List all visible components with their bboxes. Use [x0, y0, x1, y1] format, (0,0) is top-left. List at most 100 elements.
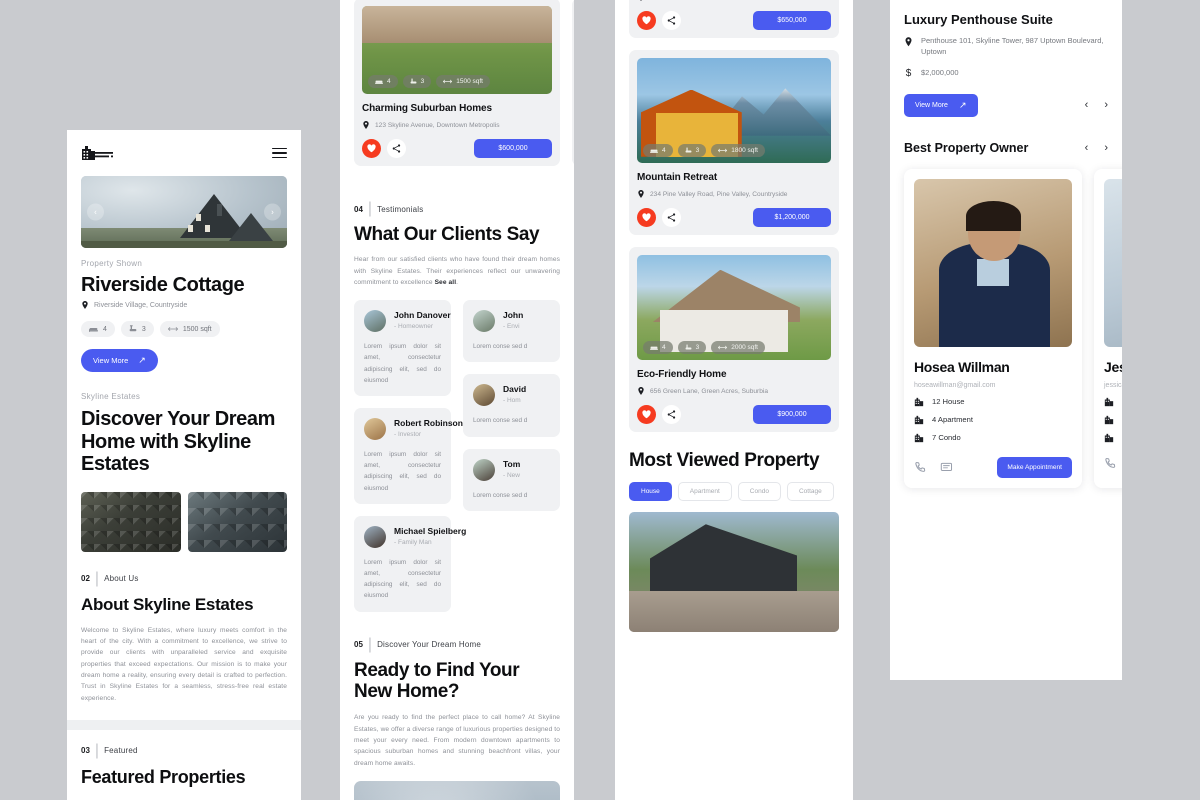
property-price-button[interactable]: $900,000 — [753, 405, 831, 424]
detail-view-more-button[interactable]: View More ↗ — [904, 93, 978, 117]
building-icon — [914, 397, 924, 406]
avatar — [473, 384, 495, 407]
chip-bedrooms: 4 — [81, 321, 115, 338]
hero-next-button[interactable]: › — [264, 203, 281, 221]
testimonial-name: John — [503, 310, 524, 321]
cta-section-label: 05 | Discover Your Dream Home — [354, 636, 560, 654]
avatar — [364, 525, 386, 548]
dollar-icon: $ — [905, 67, 912, 79]
location-pin-icon — [363, 121, 369, 129]
property-actions: $900,000 — [637, 405, 831, 424]
detail-prev-button[interactable]: ‹ — [1085, 99, 1089, 111]
detail-title: Luxury Penthouse Suite — [904, 12, 1053, 27]
badge-bedrooms: 4 — [643, 144, 673, 157]
make-appointment-button[interactable]: Make Appointment — [997, 456, 1072, 478]
screenshot-canvas: ‹ › Property Shown Riverside Cottage Riv… — [0, 0, 1200, 800]
phone-icon[interactable] — [914, 461, 927, 474]
testimonial-name: Tom — [503, 458, 521, 469]
property-address-text: 234 Pine Valley Road, Pine Valley, Count… — [650, 190, 788, 198]
property-price-button[interactable]: $650,000 — [753, 11, 831, 30]
property-actions: $600,000 — [362, 139, 552, 158]
testimonials-heading: What Our Clients Say — [354, 224, 540, 245]
tab-cottage[interactable]: Cottage — [786, 482, 834, 502]
badge-bathrooms-value: 3 — [695, 344, 700, 351]
building-logo-icon[interactable] — [81, 145, 115, 161]
location-text: Riverside Village, Countryside — [94, 301, 188, 309]
property-address: 456 Pleasantville Lane, Pleasantville, S… — [637, 0, 831, 1]
hero-carousel[interactable]: ‹ › — [81, 176, 287, 248]
featured-section-label: 03 | Featured — [81, 742, 287, 760]
see-all-link[interactable]: See all — [435, 279, 457, 286]
view-more-button[interactable]: View More ↗ — [81, 349, 158, 373]
testimonial-card: John - Envi Lorem conse sed d — [463, 300, 560, 363]
testimonial-card: David - Hom Lorem conse sed d — [463, 374, 560, 437]
owner-photo — [914, 178, 1072, 347]
owner-actions — [1104, 457, 1122, 471]
bed-icon — [89, 327, 98, 332]
property-card[interactable]: 4 3 1500 — [629, 0, 839, 38]
property-price-button[interactable]: $600,000 — [474, 139, 552, 158]
property-card[interactable]: Spacious Family Villa 456 — [572, 0, 574, 166]
section-separator: | — [94, 569, 100, 587]
message-icon[interactable] — [940, 461, 953, 474]
testimonial-card: Michael Spielberg - Family Man Lorem ips… — [354, 515, 466, 612]
cta-section-title: Discover Your Dream Home — [377, 640, 482, 650]
testimonials-grid: John Danover - Homeowner Lorem ipsum dol… — [354, 300, 560, 623]
gallery-thumb[interactable] — [81, 491, 181, 552]
testimonial-role: - Envi — [503, 323, 520, 331]
badge-bedrooms-value: 4 — [662, 147, 666, 154]
property-price-button[interactable]: $1,200,000 — [753, 208, 831, 227]
testimonial-role: - Family Man — [394, 538, 432, 546]
badge-area-value: 1800 sqft — [731, 147, 758, 154]
badge-area-value: 2000 sqft — [731, 344, 758, 351]
property-card[interactable]: 4 3 2000 sqft Eco-Friendly Home 656 Gree… — [629, 247, 839, 432]
share-button[interactable] — [662, 11, 681, 30]
owner-actions: Make Appointment — [914, 456, 1072, 478]
cta-body: Are you ready to find the perfect place … — [354, 714, 560, 767]
testimonials-body-text: Hear from our satisfied clients who have… — [354, 256, 560, 286]
owner-card[interactable]: Hosea Willman hoseawillman@gmail.com 12 … — [904, 168, 1082, 488]
detail-next-button[interactable]: › — [1104, 99, 1108, 111]
favorite-button[interactable] — [637, 405, 656, 424]
badge-area: 2000 sqft — [711, 341, 765, 354]
featured-cards-row: 4 3 1500 sqft Charming Suburban Homes 12… — [354, 0, 574, 178]
owners-prev-button[interactable]: ‹ — [1085, 142, 1089, 154]
badge-area-value: 1500 sqft — [456, 78, 483, 85]
share-button[interactable] — [662, 208, 681, 227]
building-icon — [1104, 415, 1114, 424]
arrow-northeast-icon: ↗ — [138, 355, 146, 366]
share-button[interactable] — [662, 405, 681, 424]
about-body: Welcome to Skyline Estates, where luxury… — [81, 626, 287, 702]
property-image: 4 3 2000 sqft — [637, 255, 831, 360]
chip-bathrooms: 3 — [120, 321, 154, 338]
tab-apartment[interactable]: Apartment — [677, 482, 732, 502]
favorite-button[interactable] — [362, 139, 381, 158]
detail-address-row: Penthouse 101, Skyline Tower, 987 Uptown… — [904, 36, 1108, 58]
share-icon — [392, 144, 401, 153]
most-viewed-image[interactable] — [629, 512, 839, 633]
favorite-button[interactable] — [637, 208, 656, 227]
hero-prev-button[interactable]: ‹ — [87, 203, 104, 221]
owner-stat-apartment-value: 4 Apartment — [932, 415, 973, 425]
property-card[interactable]: 4 3 1800 sqft Mountain Retreat 234 Pine … — [629, 50, 839, 235]
testimonials-section-title: Testimonials — [377, 204, 424, 214]
gallery-thumb[interactable] — [187, 491, 287, 552]
testimonial-quote: Lorem ipsum dolor sit amet, consectetur … — [364, 343, 441, 384]
hamburger-menu-icon[interactable] — [272, 145, 287, 162]
tab-house[interactable]: House — [629, 482, 672, 502]
owner-stat-apartment: 4 Apartment — [914, 415, 1072, 425]
favorite-button[interactable] — [637, 11, 656, 30]
owners-next-button[interactable]: › — [1104, 142, 1108, 154]
about-section-number: 02 — [81, 574, 90, 584]
badge-bedrooms: 4 — [368, 75, 398, 88]
property-title: Mountain Retreat — [637, 172, 718, 183]
owner-stat-apartment: 8 A — [1104, 415, 1122, 425]
owner-card[interactable]: Jessica jessicaso 16 — [1094, 168, 1122, 488]
property-card[interactable]: 4 3 1500 sqft Charming Suburban Homes 12… — [354, 0, 560, 166]
testimonials-body: Hear from our satisfied clients who have… — [354, 256, 560, 286]
owner-stat-condo-value: 7 Condo — [932, 433, 961, 443]
share-button[interactable] — [387, 139, 406, 158]
owners-carousel: Hosea Willman hoseawillman@gmail.com 12 … — [904, 168, 1122, 488]
tab-condo[interactable]: Condo — [737, 482, 781, 502]
phone-icon[interactable] — [1104, 457, 1117, 470]
